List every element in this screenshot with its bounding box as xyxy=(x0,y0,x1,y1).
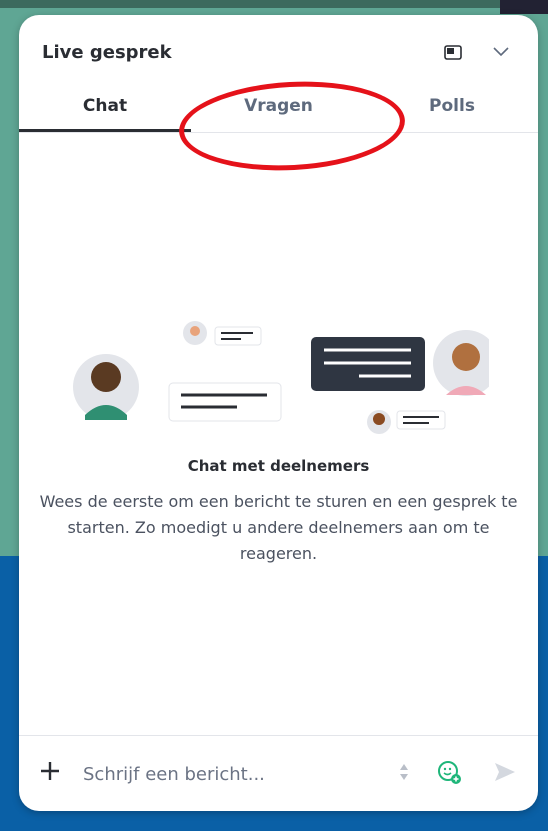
message-composer xyxy=(19,735,538,811)
chat-illustration xyxy=(73,321,489,434)
panel-title: Live gesprek xyxy=(42,42,172,63)
picture-in-picture-icon[interactable] xyxy=(444,45,462,60)
emoji-add-icon[interactable] xyxy=(437,760,461,784)
tab-chat[interactable]: Chat xyxy=(19,96,191,126)
message-input[interactable] xyxy=(81,760,395,788)
background-strip xyxy=(0,0,548,8)
active-tab-indicator xyxy=(19,129,191,132)
background-corner xyxy=(500,0,548,14)
empty-state-description: Wees de eerste om een bericht te sturen … xyxy=(39,492,518,563)
empty-state-title: Chat met deelnemers xyxy=(187,457,370,475)
panel-header: Live gesprek xyxy=(19,15,538,75)
chevron-down-icon[interactable] xyxy=(493,45,509,57)
send-icon[interactable] xyxy=(493,761,517,783)
scroll-stepper-icon[interactable] xyxy=(399,760,409,784)
plus-icon[interactable] xyxy=(39,760,61,782)
